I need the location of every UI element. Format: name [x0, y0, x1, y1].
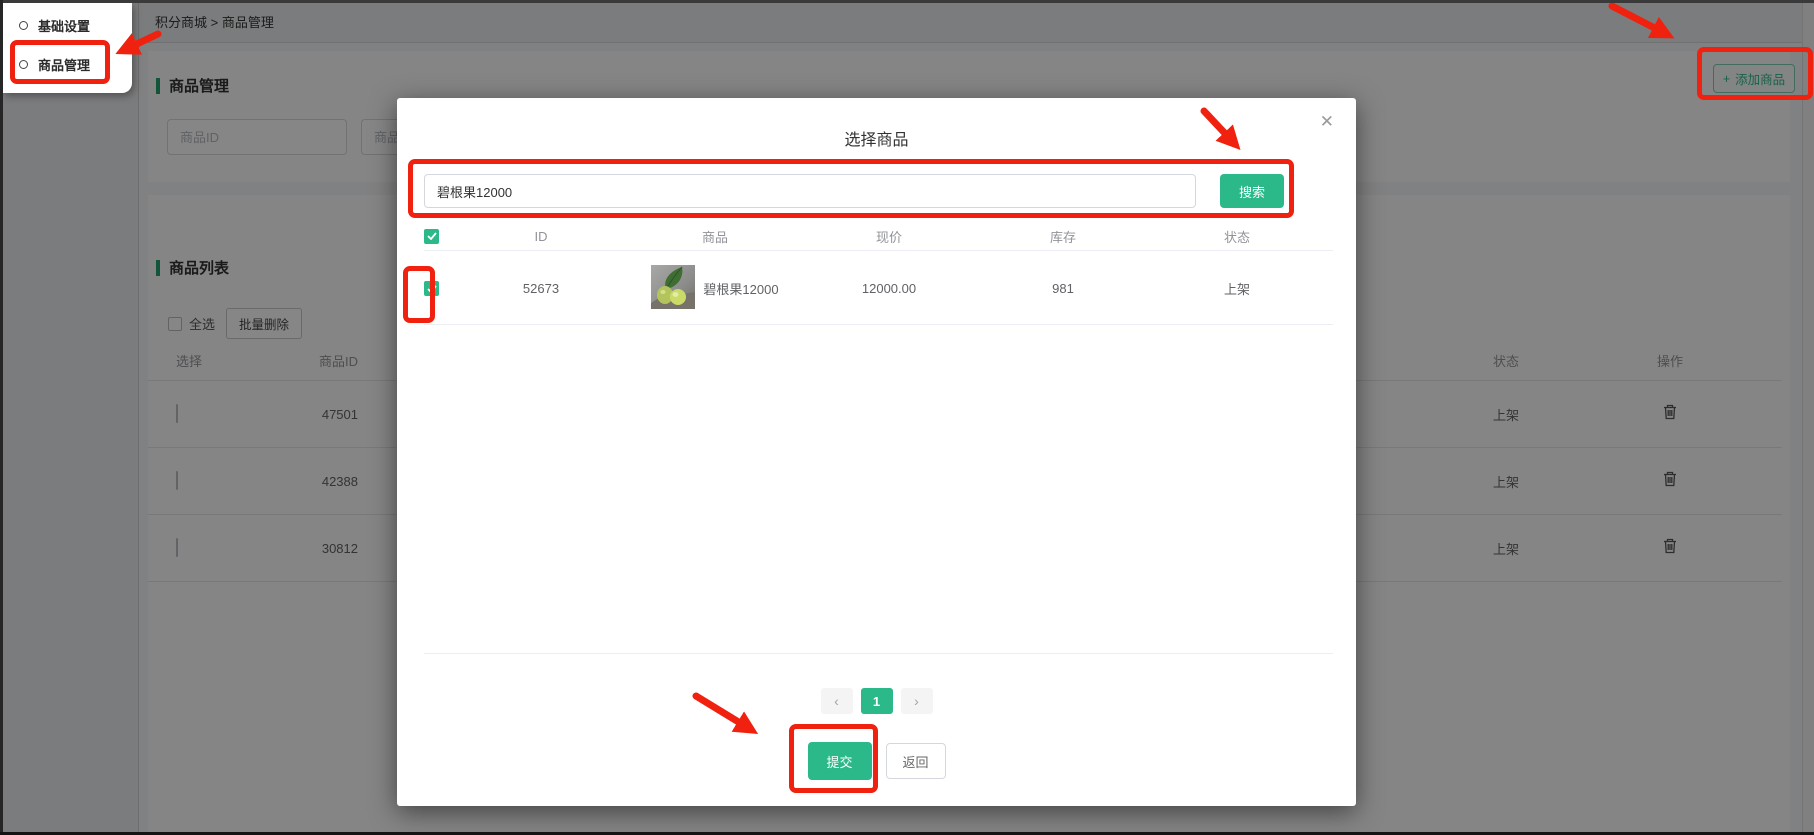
modal-footer-divider — [424, 653, 1333, 654]
screen: 积分商城 > 商品管理 商品管理 商品列表 全选 批量删除 选择 — [0, 0, 1814, 835]
modal-title: 选择商品 — [397, 126, 1356, 150]
screen-edge-top — [0, 0, 1814, 3]
chevron-right-icon: › — [914, 693, 919, 709]
modal-cell-status: 上架 — [1150, 279, 1324, 298]
submit-button[interactable]: 提交 — [808, 742, 872, 780]
sidebar-menu-panel: 基础设置 商品管理 — [3, 3, 132, 93]
modal-cell-product-name: 碧根果12000 — [703, 279, 778, 298]
modal-cell-stock: 981 — [976, 281, 1150, 296]
row-checkbox-checked[interactable] — [424, 281, 439, 296]
chevron-left-icon: ‹ — [834, 693, 839, 709]
modal-table-row: 52673 — [424, 253, 1333, 325]
modal-cell-price: 12000.00 — [802, 281, 976, 296]
modal-search-button[interactable]: 搜索 — [1220, 174, 1284, 208]
back-button[interactable]: 返回 — [886, 743, 946, 779]
product-image — [651, 265, 695, 312]
select-all-checkbox-checked[interactable] — [424, 229, 439, 244]
circle-icon — [19, 60, 28, 69]
modal-footer: 提交 返回 — [397, 742, 1356, 780]
modal-table-header: ID 商品 现价 库存 状态 — [424, 228, 1333, 251]
current-page-button[interactable]: 1 — [861, 688, 893, 714]
modal-header-stock: 库存 — [976, 227, 1150, 246]
modal-header-id: ID — [454, 229, 628, 244]
prev-page-button[interactable]: ‹ — [821, 688, 853, 714]
modal-cell-id: 52673 — [454, 281, 628, 296]
modal-header-product: 商品 — [628, 227, 802, 246]
screen-edge-left — [0, 0, 3, 835]
modal-header-price: 现价 — [802, 227, 976, 246]
select-product-modal: 选择商品 ✕ 搜索 ID 商品 现价 库存 状态 52673 — [397, 98, 1356, 806]
circle-icon — [19, 21, 28, 30]
next-page-button[interactable]: › — [901, 688, 933, 714]
modal-header-status: 状态 — [1150, 227, 1324, 246]
pagination: ‹ 1 › — [397, 688, 1356, 714]
close-icon[interactable]: ✕ — [1320, 112, 1334, 132]
sidebar-item-basic-settings[interactable]: 基础设置 — [3, 3, 132, 45]
sidebar-item-product-manage[interactable]: 商品管理 — [3, 45, 132, 84]
modal-search-input[interactable] — [424, 174, 1196, 208]
